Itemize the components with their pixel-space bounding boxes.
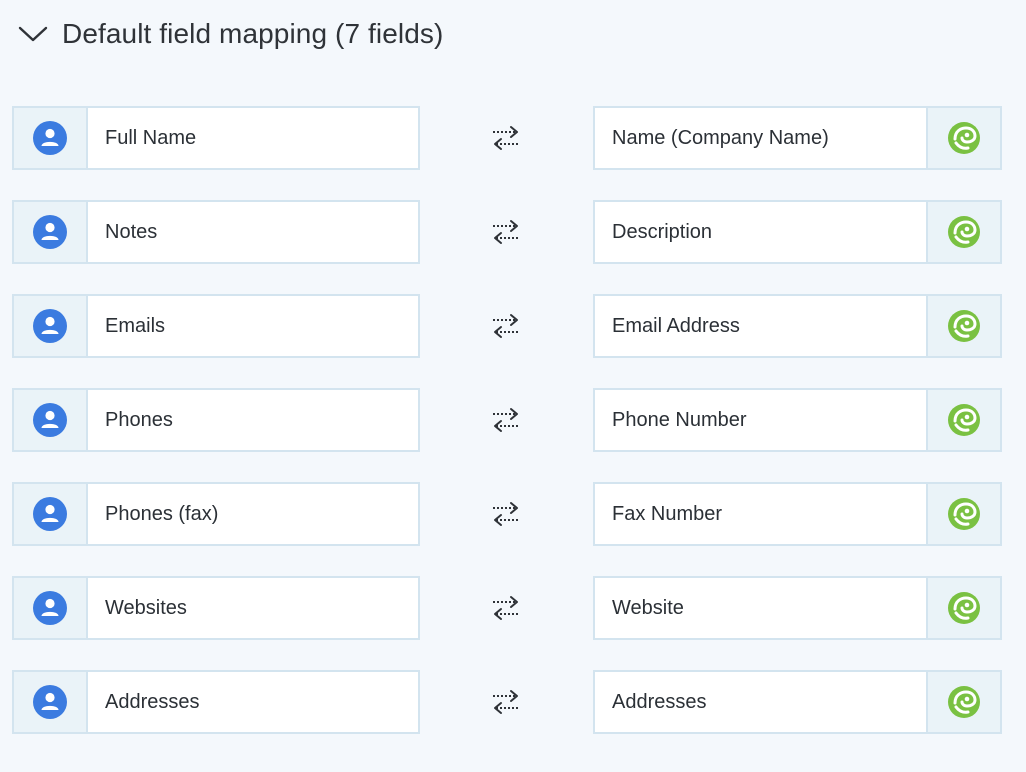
contact-person-icon: [33, 309, 67, 343]
source-field-label: Addresses: [105, 690, 200, 713]
source-field[interactable]: Notes: [12, 200, 420, 264]
swap-arrows-icon: [493, 502, 519, 526]
section-header-toggle[interactable]: Default field mapping (7 fields): [18, 14, 443, 54]
mapping-row: Phones (fax) Fax Number: [12, 482, 1002, 546]
target-field-label: Email Address: [612, 314, 740, 337]
source-field[interactable]: Full Name: [12, 106, 420, 170]
target-field[interactable]: Fax Number: [593, 482, 1002, 546]
swap-arrows-icon: [493, 220, 519, 244]
source-field-label: Emails: [105, 314, 166, 337]
swap-button[interactable]: [488, 216, 524, 248]
target-field-label: Phone Number: [612, 408, 747, 431]
contact-person-icon: [33, 685, 67, 719]
mapping-row: Emails Email Address: [12, 294, 1002, 358]
target-field[interactable]: Phone Number: [593, 388, 1002, 452]
swap-button[interactable]: [488, 122, 524, 154]
target-field[interactable]: Addresses: [593, 670, 1002, 734]
source-field[interactable]: Websites: [12, 576, 420, 640]
contact-person-icon: [33, 403, 67, 437]
contact-person-icon: [33, 497, 67, 531]
source-field-label: Websites: [105, 596, 187, 619]
mapping-row: Addresses Addresses: [12, 670, 1002, 734]
mapping-row: Websites Website: [12, 576, 1002, 640]
source-field-label: Phones (fax): [105, 502, 219, 525]
target-field[interactable]: Description: [593, 200, 1002, 264]
source-field[interactable]: Phones: [12, 388, 420, 452]
contact-person-icon: [33, 215, 67, 249]
source-field[interactable]: Addresses: [12, 670, 420, 734]
source-field-label: Phones: [105, 408, 173, 431]
source-field-label: Notes: [105, 220, 158, 243]
app-logo-icon: [948, 686, 980, 718]
swap-arrows-icon: [493, 690, 519, 714]
swap-button[interactable]: [488, 686, 524, 718]
target-field-label: Description: [612, 220, 713, 243]
app-logo-icon: [948, 404, 980, 436]
section-title: Default field mapping (7 fields): [62, 18, 444, 49]
source-field[interactable]: Phones (fax): [12, 482, 420, 546]
app-logo-icon: [948, 498, 980, 530]
source-field-label: Full Name: [105, 126, 197, 149]
target-field-label: Name (Company Name): [612, 126, 829, 149]
source-field[interactable]: Emails: [12, 294, 420, 358]
contact-person-icon: [33, 591, 67, 625]
target-field-label: Addresses: [612, 690, 707, 713]
target-field[interactable]: Website: [593, 576, 1002, 640]
swap-arrows-icon: [493, 596, 519, 620]
swap-arrows-icon: [493, 408, 519, 432]
target-field-label: Website: [612, 596, 684, 619]
app-logo-icon: [948, 122, 980, 154]
mapping-row: Phones Phone Number: [12, 388, 1002, 452]
target-field[interactable]: Name (Company Name): [593, 106, 1002, 170]
swap-arrows-icon: [493, 126, 519, 150]
app-logo-icon: [948, 216, 980, 248]
field-mapping-list: Full Name Name (Company Name) Notes Desc…: [12, 106, 1002, 764]
contact-person-icon: [33, 121, 67, 155]
app-logo-icon: [948, 592, 980, 624]
target-field-label: Fax Number: [612, 502, 723, 525]
mapping-row: Full Name Name (Company Name): [12, 106, 1002, 170]
mapping-row: Notes Description: [12, 200, 1002, 264]
swap-button[interactable]: [488, 498, 524, 530]
swap-button[interactable]: [488, 404, 524, 436]
swap-button[interactable]: [488, 592, 524, 624]
swap-button[interactable]: [488, 310, 524, 342]
swap-arrows-icon: [493, 314, 519, 338]
chevron-down-icon: [18, 19, 48, 49]
app-logo-icon: [948, 310, 980, 342]
target-field[interactable]: Email Address: [593, 294, 1002, 358]
